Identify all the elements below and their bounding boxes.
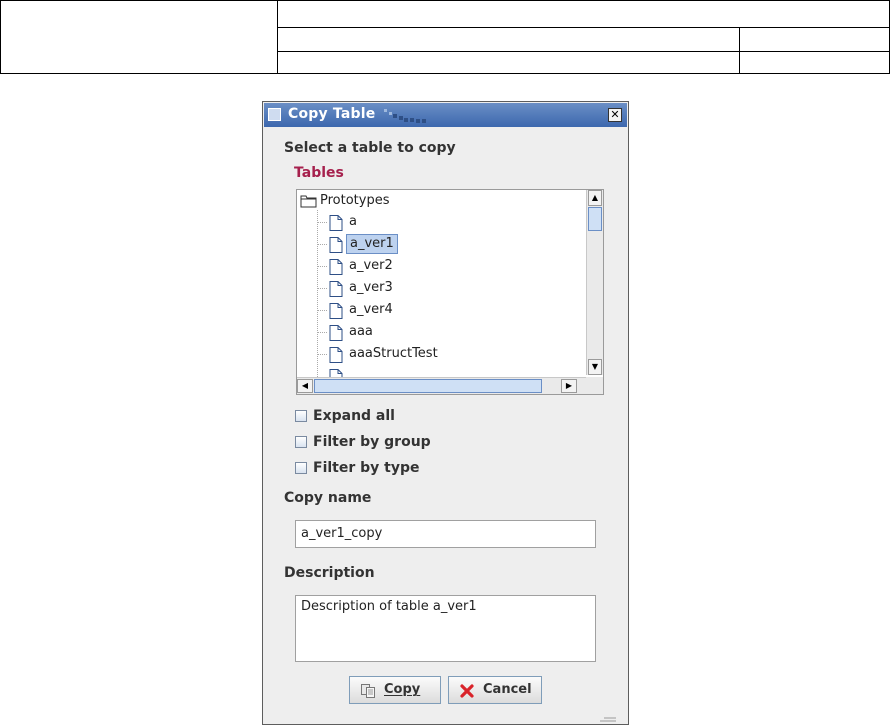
- file-icon: [329, 237, 343, 253]
- top-table: [0, 0, 890, 74]
- table-divider-v1: [277, 1, 278, 74]
- file-icon: [329, 215, 343, 231]
- expand-all-label: Expand all: [313, 408, 395, 424]
- tables-label: Tables: [294, 165, 344, 181]
- tree-branch: [318, 266, 328, 267]
- scroll-up-icon[interactable]: ▲: [588, 190, 602, 206]
- checkbox-box[interactable]: [295, 436, 307, 448]
- tree-item-label: a_ver3: [349, 280, 393, 295]
- tree-branch: [318, 288, 328, 289]
- scroll-right-icon[interactable]: ▶: [561, 379, 577, 393]
- file-icon: [329, 303, 343, 319]
- tree-branch: [318, 354, 328, 355]
- cancel-button-label: Cancel: [483, 682, 532, 697]
- tree-item-label: aaa: [349, 324, 373, 339]
- dialog-title: Copy Table: [288, 106, 376, 122]
- titlebar-decoration-icon: [384, 109, 426, 123]
- copy-icon: [361, 684, 375, 698]
- file-icon: [329, 259, 343, 275]
- tree-item-label: a_ver4: [349, 302, 393, 317]
- tree-item-label: a: [349, 214, 357, 229]
- table-divider-h1: [277, 27, 890, 28]
- title-bar[interactable]: Copy Table ✕: [264, 103, 627, 127]
- checkbox-box[interactable]: [295, 410, 307, 422]
- copy-button-label: Copy: [384, 682, 421, 697]
- tree-branch: [318, 310, 328, 311]
- select-prompt: Select a table to copy: [284, 140, 456, 156]
- file-icon: [329, 281, 343, 297]
- description-textarea[interactable]: Description of table a_ver1: [295, 595, 596, 662]
- scroll-down-icon[interactable]: ▼: [588, 359, 602, 375]
- vertical-scroll-thumb[interactable]: [588, 207, 602, 231]
- tree-branch: [318, 222, 328, 223]
- tree-item-label: a_ver1: [346, 234, 398, 254]
- table-divider-v2: [739, 27, 740, 74]
- tree-branch: [318, 332, 328, 333]
- copy-button[interactable]: Copy: [349, 676, 441, 704]
- tree-item-label: a_ver2: [349, 258, 393, 273]
- scroll-corner: [586, 377, 603, 394]
- tree-connector: [317, 210, 318, 394]
- folder-icon: [300, 195, 317, 208]
- scroll-left-icon[interactable]: ◀: [297, 379, 313, 393]
- cancel-x-icon: [460, 684, 474, 698]
- tree-branch: [318, 244, 328, 245]
- vertical-scrollbar[interactable]: ▲ ▼: [586, 190, 603, 375]
- copy-name-label: Copy name: [284, 490, 372, 506]
- table-divider-h2: [277, 51, 890, 52]
- checkbox-box[interactable]: [295, 462, 307, 474]
- resize-grip-icon[interactable]: [598, 716, 618, 722]
- close-icon[interactable]: ✕: [608, 108, 622, 122]
- tables-tree[interactable]: Prototypes a a_ver1 a_ver2 a_ver3 a_ver4: [296, 189, 604, 395]
- window-icon: [268, 108, 281, 121]
- filter-by-type-label: Filter by type: [313, 460, 420, 476]
- cancel-button[interactable]: Cancel: [448, 676, 542, 704]
- tree-item-label: aaaStructTest: [349, 346, 438, 361]
- file-icon: [329, 325, 343, 341]
- file-icon: [329, 347, 343, 363]
- horizontal-scrollbar[interactable]: ◀ ▶: [297, 377, 587, 394]
- description-label: Description: [284, 565, 375, 581]
- copy-table-dialog: Copy Table ✕ Select a table to copy Tabl…: [262, 101, 629, 725]
- filter-by-group-label: Filter by group: [313, 434, 431, 450]
- copy-name-input[interactable]: a_ver1_copy: [295, 520, 596, 548]
- tree-root-label: Prototypes: [320, 193, 390, 208]
- horizontal-scroll-thumb[interactable]: [314, 379, 542, 393]
